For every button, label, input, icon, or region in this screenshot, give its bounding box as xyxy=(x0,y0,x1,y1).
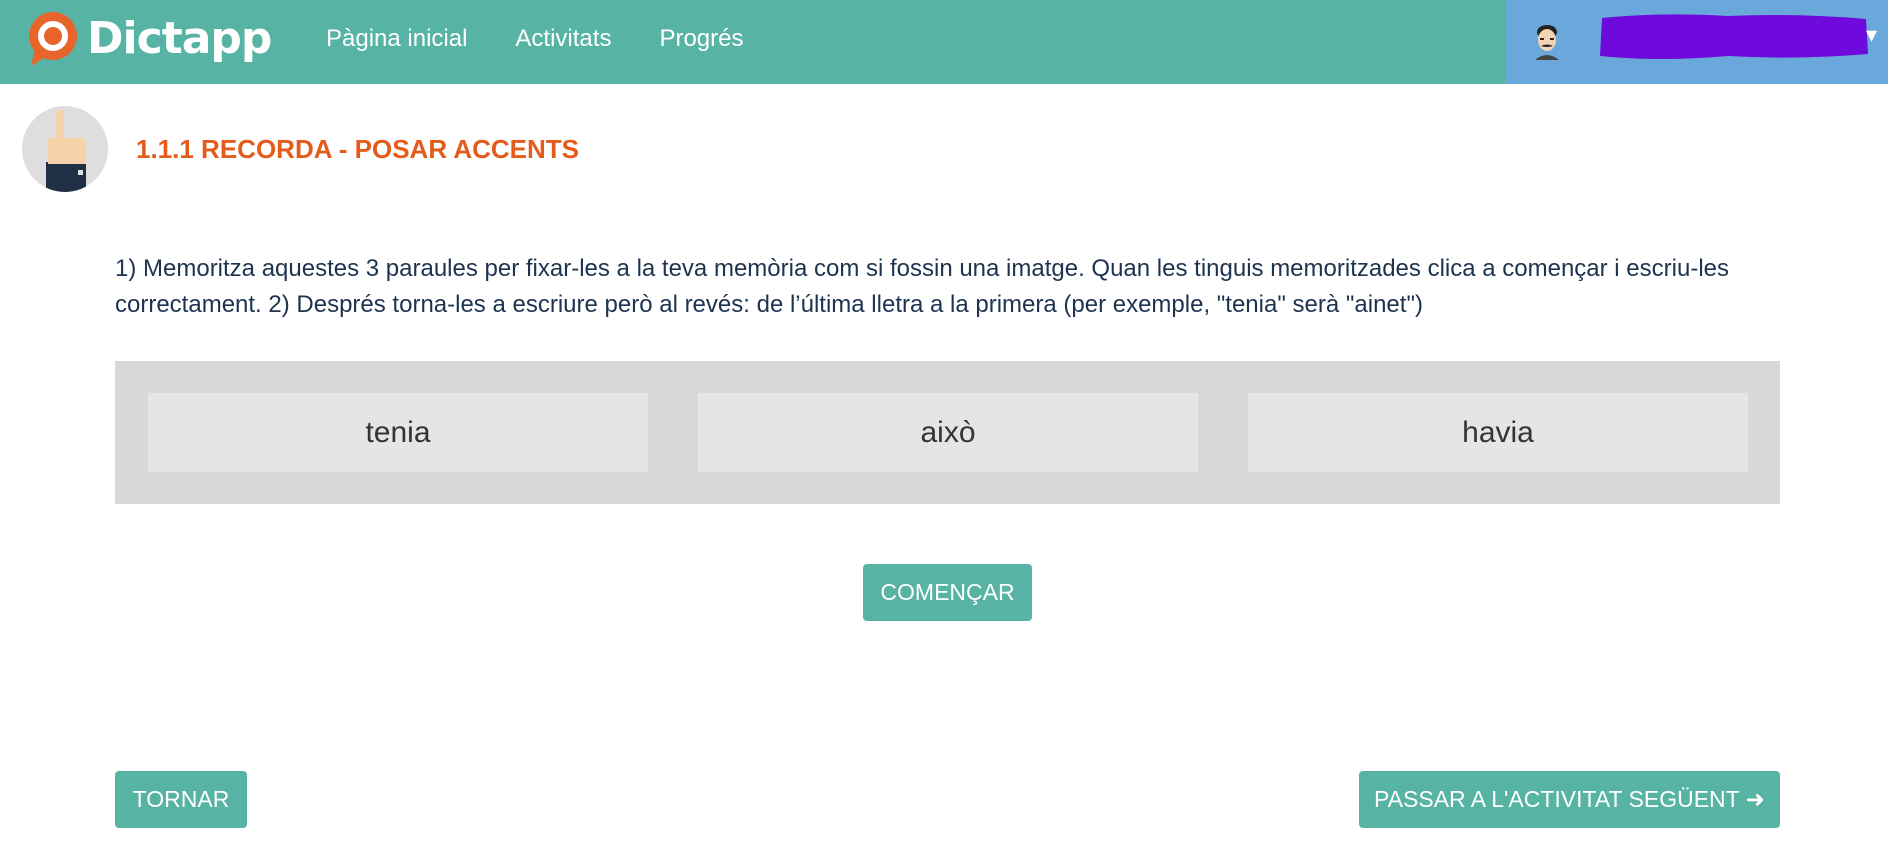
nav-item-activities[interactable]: Activitats xyxy=(515,25,611,53)
nav-item-progress[interactable]: Progrés xyxy=(659,25,743,53)
user-avatar-icon xyxy=(1530,20,1564,60)
back-button[interactable]: TORNAR xyxy=(115,771,247,828)
activity-header: 1.1.1 RECORDA - POSAR ACCENTS xyxy=(22,106,579,192)
nav-item-home[interactable]: Pàgina inicial xyxy=(326,25,467,53)
dropdown-caret-icon: ▾ xyxy=(1866,22,1878,47)
redacted-username xyxy=(1598,10,1870,64)
logo-speech-bubble-icon xyxy=(27,10,81,68)
words-panel: tenia això havia xyxy=(115,361,1780,504)
word-card: havia xyxy=(1248,393,1748,472)
user-menu[interactable]: ▾ xyxy=(1506,0,1888,84)
word-card: això xyxy=(698,393,1198,472)
pointing-hand-icon xyxy=(22,106,108,192)
main-nav: Pàgina inicial Activitats Progrés xyxy=(326,0,792,78)
next-activity-button[interactable]: PASSAR A L'ACTIVITAT SEGÜENT ➜ xyxy=(1359,771,1780,828)
start-button[interactable]: COMENÇAR xyxy=(863,564,1032,621)
dictapp-logo[interactable]: Dictapp xyxy=(27,9,272,69)
activity-instructions: 1) Memoritza aquestes 3 paraules per fix… xyxy=(115,255,1729,318)
activity-title: 1.1.1 RECORDA - POSAR ACCENTS xyxy=(136,133,580,164)
top-navigation-bar: Dictapp Pàgina inicial Activitats Progré… xyxy=(0,0,1888,84)
logo-text: Dictapp xyxy=(87,13,272,64)
word-card: tenia xyxy=(148,393,648,472)
